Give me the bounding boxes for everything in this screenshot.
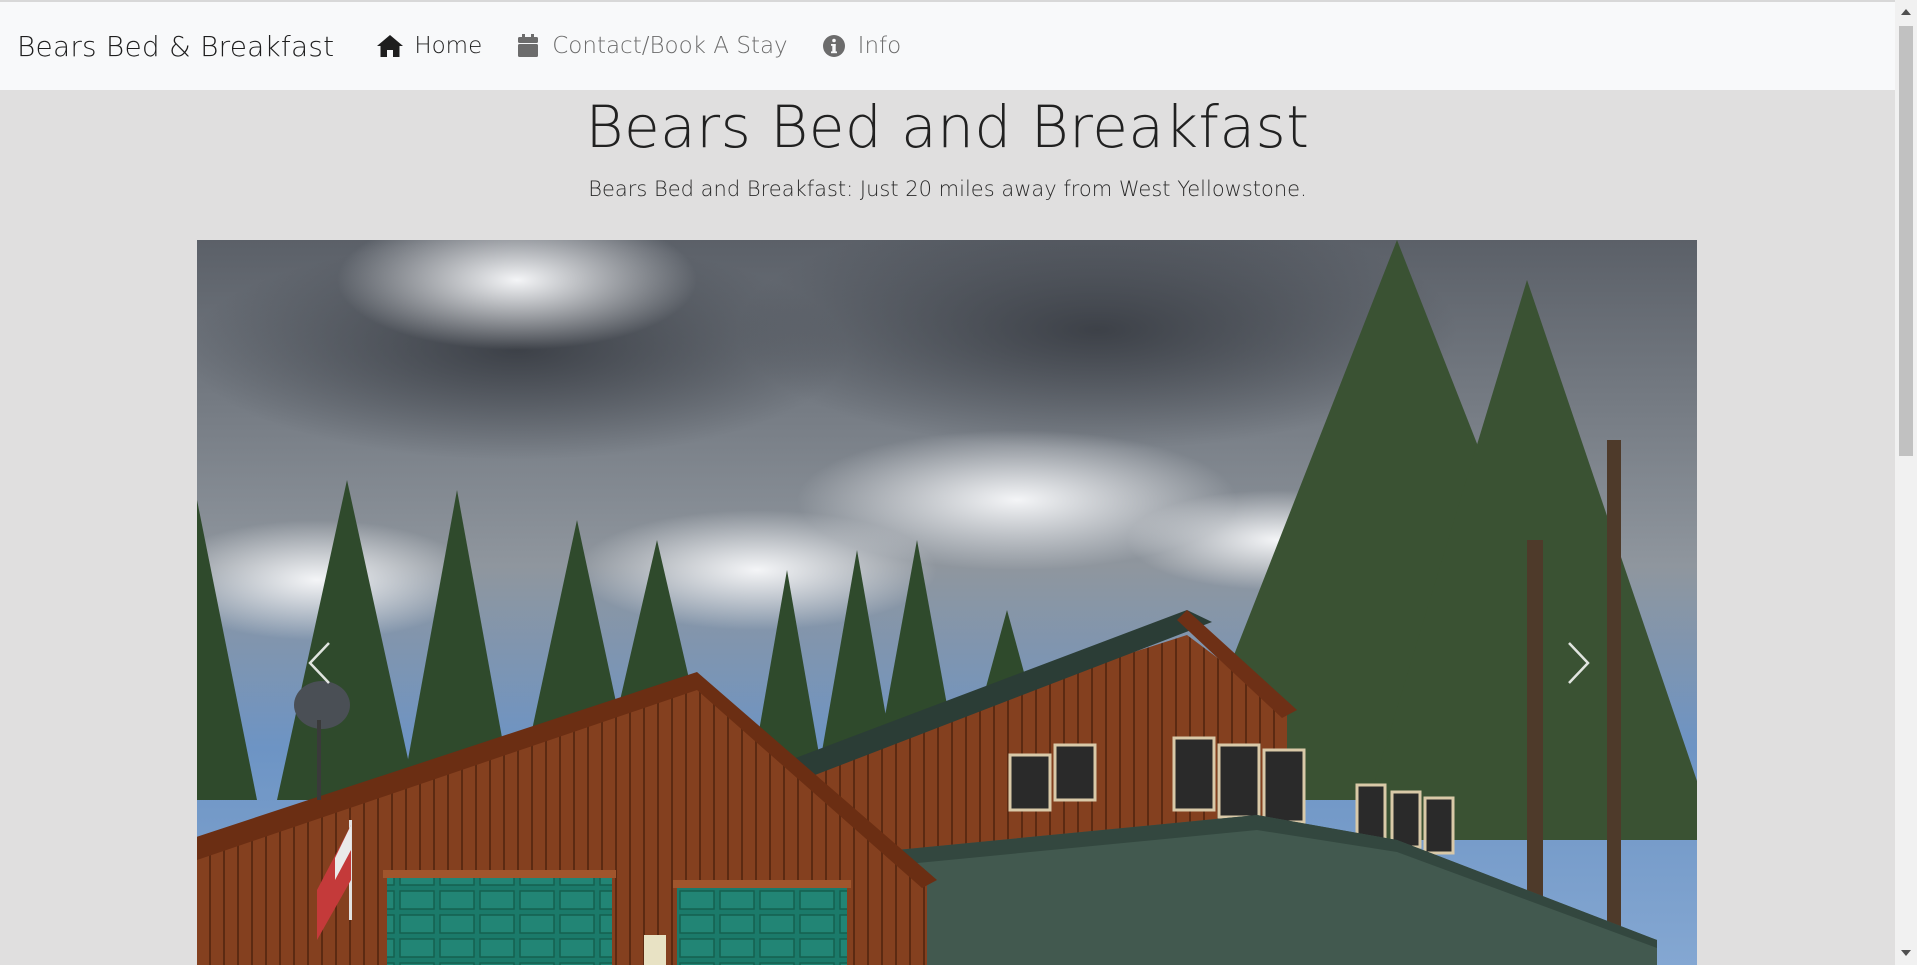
carousel-next-button[interactable] xyxy=(1549,620,1609,710)
nav-item-contact[interactable]: Contact/Book A Stay xyxy=(514,33,788,59)
nav-item-home[interactable]: Home xyxy=(376,33,482,59)
page-title: Bears Bed and Breakfast xyxy=(585,93,1310,161)
scroll-up-arrow-icon xyxy=(1901,9,1911,15)
chevron-left-icon xyxy=(307,641,331,689)
scroll-thumb[interactable] xyxy=(1899,26,1913,456)
home-icon xyxy=(376,33,404,59)
carousel-prev-button[interactable] xyxy=(289,620,349,710)
vertical-scrollbar[interactable] xyxy=(1895,0,1917,965)
scroll-down-arrow-icon xyxy=(1901,950,1911,956)
nav-links: Home Contact/Book A Stay Info xyxy=(376,33,933,59)
scroll-down-button[interactable] xyxy=(1895,944,1917,962)
chevron-right-icon xyxy=(1567,641,1591,689)
scroll-up-button[interactable] xyxy=(1895,3,1917,21)
nav-item-info-label: Info xyxy=(857,33,902,59)
navbar: Bears Bed & Breakfast Home Contact/Book … xyxy=(0,2,1895,90)
nav-item-contact-label: Contact/Book A Stay xyxy=(552,33,788,59)
nav-item-info[interactable]: Info xyxy=(820,33,902,59)
carousel-image xyxy=(197,240,1697,965)
info-circle-icon xyxy=(820,33,848,59)
brand-link[interactable]: Bears Bed & Breakfast xyxy=(17,30,334,63)
image-carousel xyxy=(197,240,1697,965)
calendar-icon xyxy=(514,33,542,59)
page-subtitle: Bears Bed and Breakfast: Just 20 miles a… xyxy=(588,177,1307,201)
nav-item-home-label: Home xyxy=(414,33,483,59)
